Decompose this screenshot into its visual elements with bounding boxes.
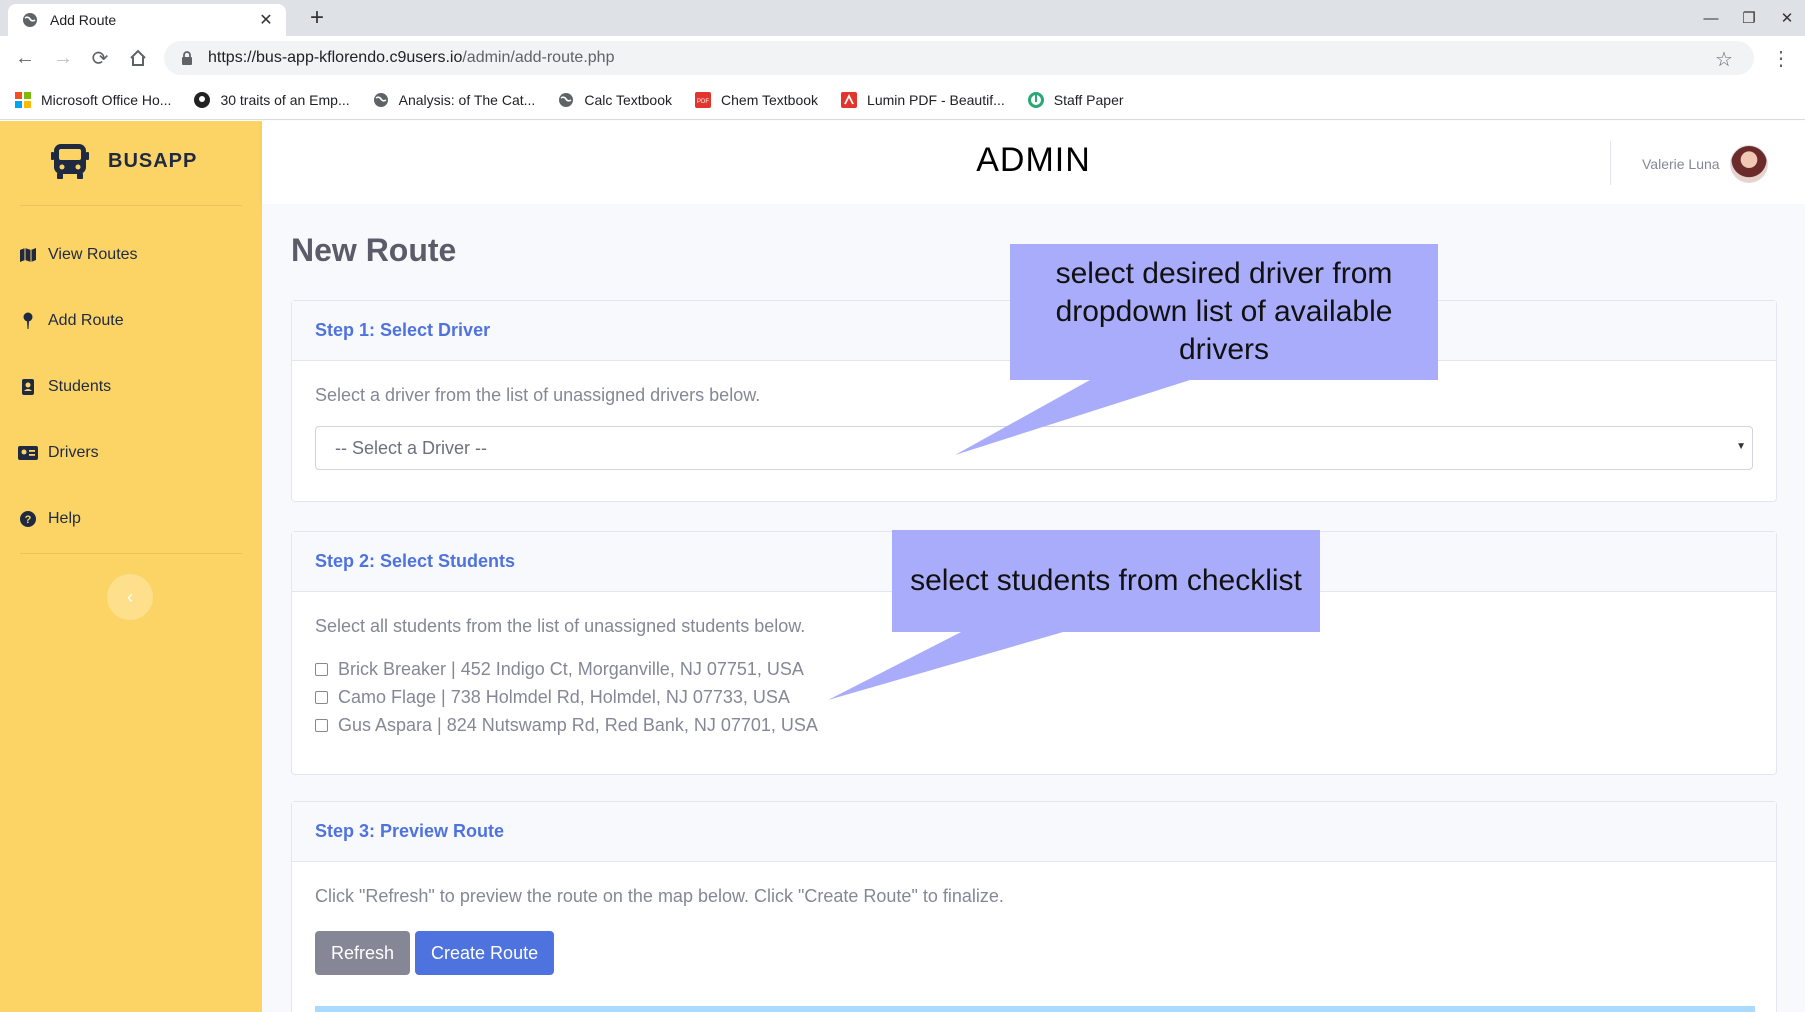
sidebar-item-label: Students — [48, 378, 112, 395]
forward-icon[interactable]: → — [49, 44, 77, 72]
minimize-icon[interactable]: — — [1693, 4, 1729, 32]
browser-menu-icon[interactable]: ⋮ — [1771, 44, 1791, 72]
students-callout: select students from checklist — [892, 530, 1320, 632]
refresh-button[interactable]: Refresh — [315, 931, 411, 975]
music-icon — [1027, 91, 1045, 109]
address-book-icon — [18, 377, 38, 397]
caret-down-icon: ▼ — [1736, 441, 1746, 452]
bookmark-label: 30 traits of an Emp... — [220, 91, 350, 108]
sidebar-item-label: Help — [48, 510, 81, 527]
bookmark-label: Calc Textbook — [584, 91, 673, 108]
bookmark-item[interactable]: Lumin PDF - Beautif... — [840, 91, 1005, 109]
step3-card: Step 3: Preview Route Click "Refresh" to… — [291, 801, 1777, 1012]
sidebar-item-add-route[interactable]: Add Route — [18, 311, 124, 331]
sidebar-item-students[interactable]: Students — [18, 377, 111, 397]
student-label: Camo Flage | 738 Holmdel Rd, Holmdel, NJ… — [338, 686, 790, 707]
new-tab-icon[interactable]: + — [303, 4, 331, 32]
question-circle-icon: ? — [18, 509, 38, 529]
student-checklist: Brick Breaker | 452 Indigo Ct, Morganvil… — [315, 655, 1753, 739]
route-map[interactable] — [315, 1006, 1755, 1012]
student-checkbox[interactable] — [315, 690, 328, 704]
bookmark-label: Staff Paper — [1053, 91, 1124, 108]
close-window-icon[interactable]: ✕ — [1769, 4, 1805, 32]
avatar[interactable] — [1729, 145, 1768, 183]
pin-icon — [18, 311, 38, 331]
browser-tab-strip: Add Route ✕ + — ❐ ✕ — [0, 0, 1805, 36]
globe-icon — [372, 91, 390, 109]
microsoft-icon — [14, 91, 32, 109]
student-checkbox-row[interactable]: Gus Aspara | 824 Nutswamp Rd, Red Bank, … — [315, 711, 1753, 739]
student-checkbox-row[interactable]: Camo Flage | 738 Holmdel Rd, Holmdel, NJ… — [315, 683, 1753, 711]
sidebar-divider — [20, 553, 242, 554]
globe-icon — [22, 12, 38, 28]
browser-tab[interactable]: Add Route ✕ — [8, 4, 286, 36]
bookmark-item[interactable]: PDF Chem Textbook — [694, 91, 818, 109]
create-route-button[interactable]: Create Route — [415, 931, 555, 975]
sidebar-item-label: Drivers — [48, 444, 99, 461]
bus-icon — [50, 141, 90, 181]
sidebar-item-help[interactable]: ? Help — [18, 509, 81, 529]
user-name: Valerie Luna — [1642, 156, 1720, 172]
id-card-icon — [18, 443, 38, 463]
pdf-icon: PDF — [694, 91, 712, 109]
home-icon[interactable] — [124, 44, 152, 72]
chevron-left-icon: ‹ — [127, 586, 133, 607]
step3-heading: Step 3: Preview Route — [292, 802, 1776, 862]
page-title: New Route — [291, 232, 457, 268]
bookmark-item[interactable]: Analysis: of The Cat... — [372, 91, 536, 109]
lumin-icon — [840, 91, 858, 109]
step1-description: Select a driver from the list of unassig… — [315, 385, 761, 405]
bookmark-label: Analysis: of The Cat... — [398, 91, 536, 108]
bookmark-star-icon[interactable]: ☆ — [1712, 47, 1736, 71]
svg-text:?: ? — [25, 514, 32, 526]
driver-select[interactable]: -- Select a Driver -- ▼ — [315, 426, 1753, 470]
student-checkbox[interactable] — [315, 662, 328, 676]
tab-title: Add Route — [50, 12, 117, 28]
sidebar-divider — [20, 205, 242, 206]
restore-icon[interactable]: ❐ — [1731, 4, 1767, 32]
url-text: https://bus-app-kflorendo.c9users.io/adm… — [208, 49, 615, 66]
topbar: ADMIN Valerie Luna — [262, 121, 1805, 204]
bookmark-label: Microsoft Office Ho... — [41, 91, 172, 108]
bookmark-item[interactable]: 30 traits of an Emp... — [193, 91, 350, 109]
driver-select-value: -- Select a Driver -- — [335, 437, 488, 458]
bookmark-label: Chem Textbook — [721, 91, 819, 108]
app-title: ADMIN — [976, 141, 1091, 179]
reload-icon[interactable]: ⟳ — [86, 44, 114, 72]
sidebar-toggle-button[interactable]: ‹ — [107, 574, 153, 620]
address-bar[interactable]: https://bus-app-kflorendo.c9users.io/adm… — [164, 41, 1754, 75]
bookmarks-bar: Microsoft Office Ho... 30 traits of an E… — [0, 80, 1805, 120]
topbar-divider — [1610, 141, 1611, 185]
student-label: Gus Aspara | 824 Nutswamp Rd, Red Bank, … — [338, 714, 818, 735]
sidebar-item-label: View Routes — [48, 246, 138, 263]
bookmark-item[interactable]: Staff Paper — [1027, 91, 1124, 109]
sidebar: BUSAPP View Routes Add Route Students Dr… — [0, 121, 262, 1012]
student-checkbox-row[interactable]: Brick Breaker | 452 Indigo Ct, Morganvil… — [315, 655, 1753, 683]
student-label: Brick Breaker | 452 Indigo Ct, Morganvil… — [338, 658, 804, 679]
globe-icon — [557, 91, 575, 109]
sidebar-item-view-routes[interactable]: View Routes — [18, 245, 138, 265]
back-icon[interactable]: ← — [11, 44, 39, 72]
sidebar-item-label: Add Route — [48, 312, 124, 329]
site-icon — [193, 91, 211, 109]
sidebar-item-drivers[interactable]: Drivers — [18, 443, 99, 463]
step3-description: Click "Refresh" to preview the route on … — [315, 886, 1004, 906]
map-icon — [18, 245, 38, 265]
student-checkbox[interactable] — [315, 718, 328, 732]
brand-name: BUSAPP — [108, 149, 198, 172]
user-menu[interactable]: Valerie Luna — [1642, 145, 1768, 183]
lock-icon — [180, 51, 194, 65]
bookmark-label: Lumin PDF - Beautif... — [867, 91, 1005, 108]
close-tab-icon[interactable]: ✕ — [256, 10, 276, 30]
svg-text:PDF: PDF — [697, 99, 709, 105]
driver-callout: select desired driver from dropdown list… — [1010, 244, 1438, 380]
browser-toolbar: ← → ⟳ https://bus-app-kflorendo.c9users.… — [0, 36, 1805, 80]
bookmark-item[interactable]: Calc Textbook — [557, 91, 672, 109]
brand[interactable]: BUSAPP — [50, 141, 197, 181]
bookmark-item[interactable]: Microsoft Office Ho... — [14, 91, 171, 109]
